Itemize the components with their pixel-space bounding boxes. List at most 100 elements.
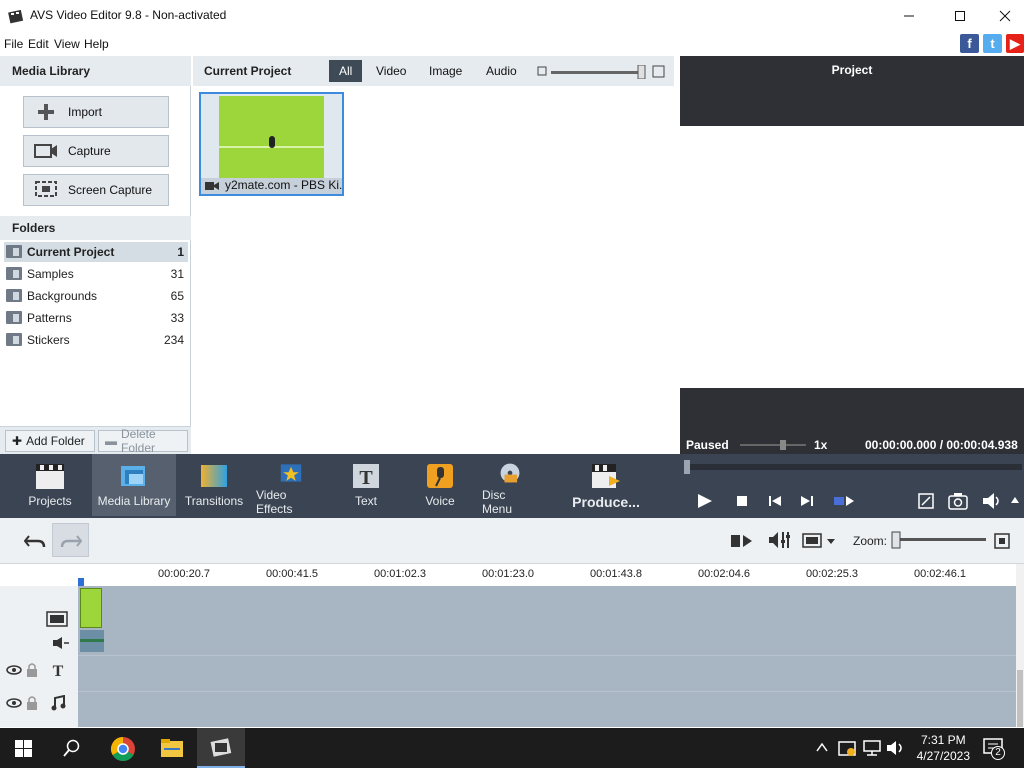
folder-name: Patterns <box>27 311 72 325</box>
windows-start-icon[interactable] <box>15 740 32 757</box>
music-track[interactable] <box>78 692 1016 727</box>
video-clip[interactable] <box>80 588 102 628</box>
media-library-footer: ✚ Add Folder ▬ Delete Folder <box>0 426 191 455</box>
filter-image-tab[interactable]: Image <box>419 60 472 82</box>
preview-screen[interactable] <box>680 126 1024 388</box>
volume-dropdown-icon[interactable] <box>1010 496 1020 504</box>
previous-frame-icon[interactable] <box>768 495 782 507</box>
folder-count: 234 <box>163 333 184 347</box>
toolbar-produce[interactable]: Produce... <box>572 454 640 516</box>
app-icon <box>8 9 24 24</box>
toolbar-text[interactable]: T Text <box>346 454 386 516</box>
toolbar-voice[interactable]: Voice <box>420 454 460 516</box>
add-folder-label: Add Folder <box>26 434 85 448</box>
toolbar-video-effects[interactable]: Video Effects <box>256 454 326 516</box>
next-frame-icon[interactable] <box>800 495 814 507</box>
seek-bar[interactable] <box>684 460 1022 474</box>
zoom-label: Zoom: <box>853 534 888 548</box>
network-icon[interactable] <box>862 739 882 757</box>
folder-icon <box>6 289 22 302</box>
toolbar-projects[interactable]: Projects <box>22 454 78 516</box>
split-view-icon[interactable] <box>833 495 855 507</box>
playback-speed: 1x <box>814 438 828 452</box>
clip-name: y2mate.com - PBS Ki... <box>225 178 342 192</box>
menu-bar: File Edit View Help f t ▶ <box>0 32 1024 54</box>
video-track[interactable] <box>78 586 1016 656</box>
volume-icon[interactable] <box>982 492 1002 510</box>
ruler-tick: 00:02:25.3 <box>806 568 858 580</box>
fullscreen-icon[interactable] <box>918 493 934 509</box>
ruler-tick: 00:02:04.6 <box>698 568 750 580</box>
text-icon: T <box>353 464 379 489</box>
undo-icon[interactable] <box>24 532 46 550</box>
folder-backgrounds[interactable]: Backgrounds 65 <box>4 286 188 306</box>
menu-edit[interactable]: Edit <box>28 37 49 51</box>
menu-help[interactable]: Help <box>84 37 109 51</box>
minimize-button[interactable] <box>886 0 932 32</box>
eye-icon[interactable] <box>6 664 22 676</box>
fit-timeline-icon[interactable] <box>994 533 1010 549</box>
lock-icon[interactable] <box>26 695 38 711</box>
folder-stickers[interactable]: Stickers 234 <box>4 330 188 350</box>
speaker-icon[interactable] <box>886 739 906 757</box>
youtube-icon[interactable]: ▶ <box>1006 34 1024 53</box>
folder-current-project[interactable]: Current Project 1 <box>4 242 188 262</box>
thumbnail-size-slider[interactable] <box>537 65 667 79</box>
media-library-panel: Media Library Import Capture Screen Capt… <box>0 56 191 455</box>
twitter-icon[interactable]: t <box>983 34 1002 53</box>
text-track-icon: T <box>53 663 64 678</box>
facebook-icon[interactable]: f <box>960 34 979 53</box>
filter-video-tab[interactable]: Video <box>366 60 416 82</box>
menu-view[interactable]: View <box>54 37 80 51</box>
menu-file[interactable]: File <box>4 37 23 51</box>
play-icon[interactable] <box>697 493 713 509</box>
toolbar-disc-menu[interactable]: Disc Menu <box>482 454 538 516</box>
eye-icon[interactable] <box>6 697 22 709</box>
security-center-icon[interactable] <box>838 739 856 757</box>
filter-audio-tab[interactable]: Audio <box>476 60 527 82</box>
show-hidden-icons-chevron[interactable] <box>816 742 828 752</box>
clip-preview-image <box>219 96 324 178</box>
import-button[interactable]: Import <box>23 96 169 128</box>
redo-button[interactable] <box>52 523 89 557</box>
video-track-icon <box>46 611 68 627</box>
folders-title: Folders <box>0 216 191 240</box>
chrome-icon[interactable] <box>110 736 136 762</box>
snapshot-camera-icon[interactable] <box>948 492 968 510</box>
ruler-tick: 00:01:23.0 <box>482 568 534 580</box>
screen-capture-icon <box>24 181 68 199</box>
taskbar-clock[interactable]: 7:31 PM 4/27/2023 <box>917 732 970 764</box>
project-panel: Current Project All Video Image Audio y2… <box>193 56 674 454</box>
add-folder-button[interactable]: ✚ Add Folder <box>5 430 95 452</box>
maximize-button[interactable] <box>937 0 983 32</box>
delete-folder-button[interactable]: ▬ Delete Folder <box>98 427 188 455</box>
audio-mute-icon[interactable] <box>52 636 70 650</box>
text-track[interactable] <box>78 656 1016 692</box>
filter-all-tab[interactable]: All <box>329 60 363 82</box>
toolbar-media-library[interactable]: Media Library <box>92 454 176 516</box>
timeline-tracks[interactable] <box>78 586 1016 727</box>
timeline-ruler[interactable]: 00:00:20.7 00:00:41.5 00:01:02.3 00:01:2… <box>0 564 1024 586</box>
split-clip-icon[interactable] <box>730 533 754 549</box>
lock-icon[interactable] <box>26 662 38 678</box>
speed-slider[interactable] <box>740 439 806 451</box>
track-headers: T <box>0 586 78 727</box>
search-icon[interactable] <box>63 739 81 757</box>
aspect-ratio-dropdown-icon[interactable] <box>802 532 838 550</box>
folder-samples[interactable]: Samples 31 <box>4 264 188 284</box>
stop-icon[interactable] <box>736 495 748 507</box>
camera-icon <box>24 143 68 159</box>
file-explorer-icon[interactable] <box>160 738 184 758</box>
toolbar-transitions[interactable]: Transitions <box>184 454 244 516</box>
timeline-vertical-scrollbar[interactable] <box>1016 564 1024 727</box>
taskbar-avs-video-editor[interactable] <box>197 728 245 768</box>
zoom-slider[interactable] <box>890 530 988 550</box>
audio-mixer-icon[interactable] <box>768 530 794 550</box>
screen-capture-button[interactable]: Screen Capture <box>23 174 169 206</box>
microphone-icon <box>427 464 453 488</box>
folder-patterns[interactable]: Patterns 33 <box>4 308 188 328</box>
audio-clip[interactable] <box>80 630 104 652</box>
project-clip-thumbnail[interactable]: y2mate.com - PBS Ki... <box>199 92 344 196</box>
capture-button[interactable]: Capture <box>23 135 169 167</box>
close-button[interactable] <box>982 0 1024 32</box>
